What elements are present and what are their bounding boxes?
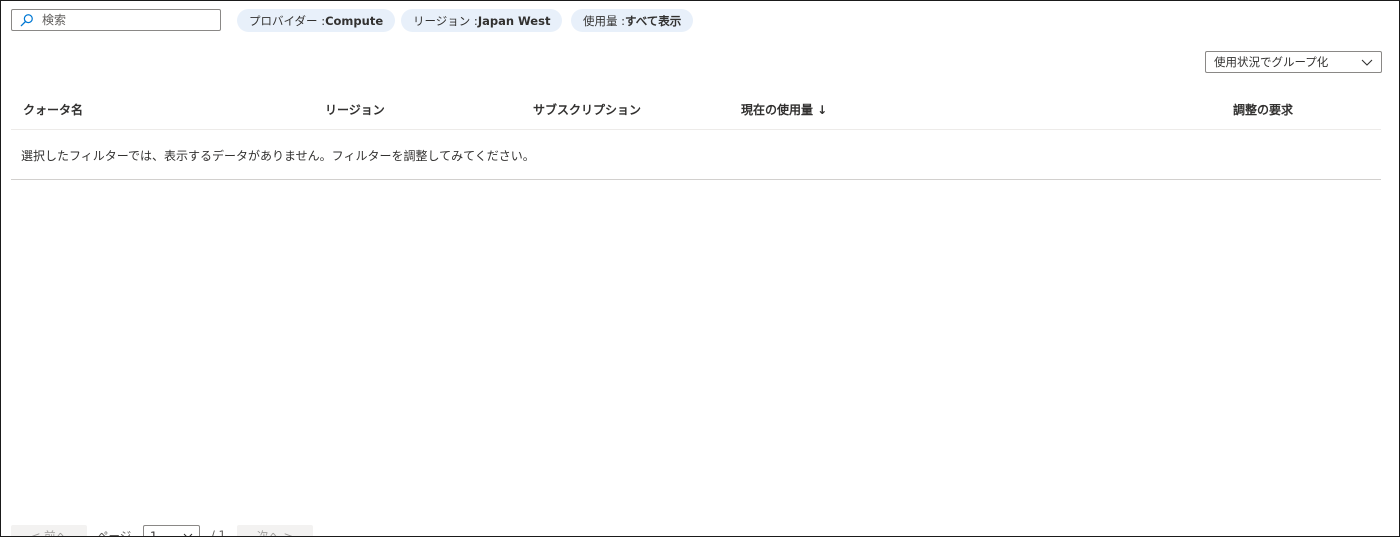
search-input[interactable] [42, 13, 192, 27]
quota-panel: プロバイダー : Compute リージョン : Japan West 使用量 … [0, 0, 1400, 537]
filter-pill-usage[interactable]: 使用量 : すべて表示 [571, 9, 694, 32]
search-icon [20, 14, 33, 27]
current-page: 1 [150, 529, 158, 537]
column-header-region[interactable]: リージョン [325, 101, 385, 118]
filter-pill-value: Compute [325, 13, 384, 28]
search-box[interactable] [11, 9, 221, 31]
chevron-down-icon [183, 533, 193, 536]
next-page-button[interactable]: 次へ > [237, 525, 313, 536]
filter-pill-provider[interactable]: プロバイダー : Compute [237, 9, 396, 32]
filter-pill-region[interactable]: リージョン : Japan West [401, 9, 563, 32]
filter-pill-value: Japan West [477, 13, 551, 28]
page-select[interactable]: 1 [143, 525, 200, 537]
column-header-current-usage[interactable]: 現在の使用量 ↓ [741, 101, 827, 118]
filter-pill-key: 使用量 : [583, 13, 626, 28]
chevron-down-icon [1361, 59, 1373, 66]
group-by-dropdown[interactable]: 使用状況でグループ化 [1205, 51, 1382, 73]
filter-pill-value: すべて表示 [625, 13, 682, 28]
filter-pill-key: プロバイダー : [249, 13, 326, 28]
header-divider [11, 129, 1381, 130]
page-total: / 1 [211, 528, 226, 537]
column-header-subscription[interactable]: サブスクリプション [533, 101, 641, 118]
group-by-selected: 使用状況でグループ化 [1214, 55, 1329, 69]
column-header-quota-name[interactable]: クォータ名 [23, 101, 83, 118]
empty-state-message: 選択したフィルターでは、表示するデータがありません。フィルターを調整してみてくだ… [21, 149, 535, 163]
page-label: ページ [97, 529, 132, 537]
filter-pill-key: リージョン : [413, 13, 478, 28]
column-header-adjustment-request[interactable]: 調整の要求 [1233, 101, 1293, 118]
previous-page-button[interactable]: < 前へ [11, 525, 87, 536]
table-bottom-divider [11, 179, 1381, 180]
